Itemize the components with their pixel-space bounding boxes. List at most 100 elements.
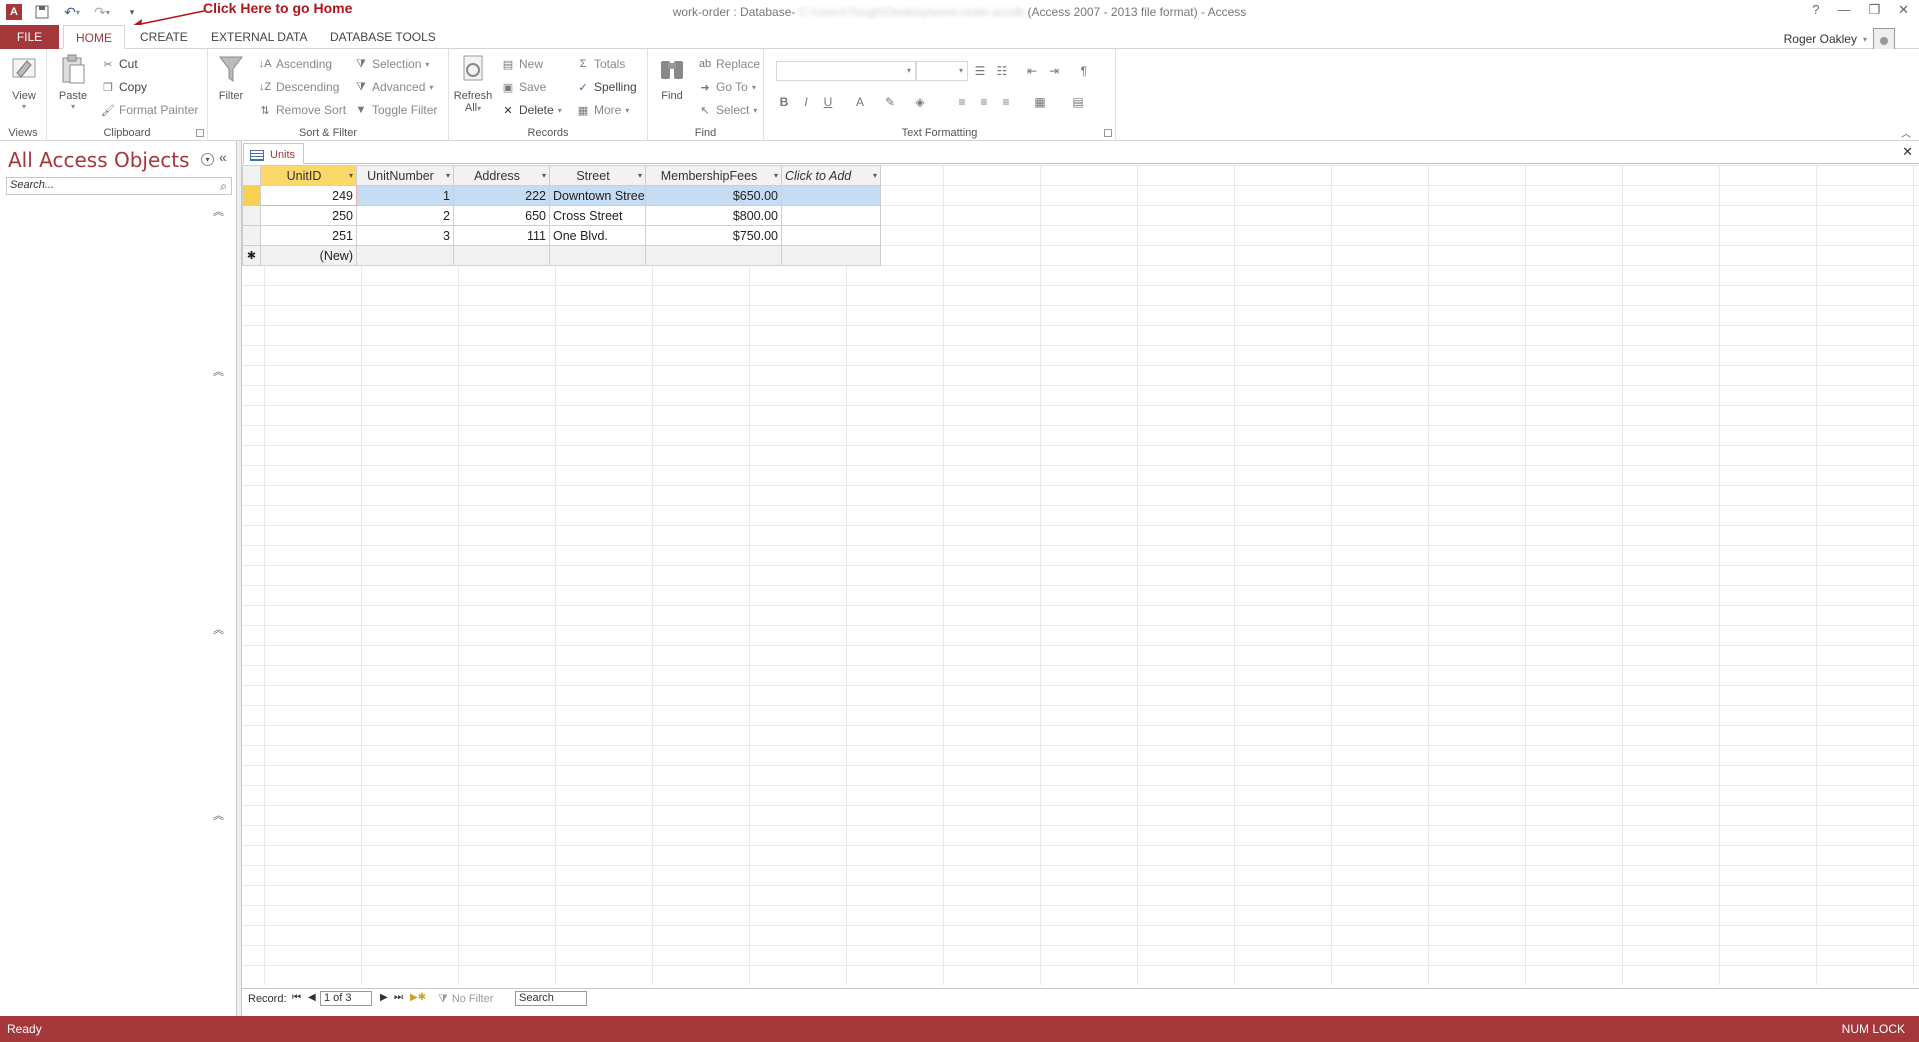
align-left-icon[interactable]: ≡ — [954, 94, 970, 110]
help-button[interactable]: ? — [1812, 2, 1819, 18]
document-tab-units[interactable]: Units — [243, 143, 305, 164]
select-button[interactable]: ↖ Select ▾ — [698, 103, 757, 117]
search-icon[interactable]: ⌕ — [220, 179, 227, 194]
group-collapse-icon[interactable]: ︽ — [213, 807, 224, 823]
table-cell[interactable] — [781, 185, 881, 206]
find-button[interactable]: Find — [656, 53, 688, 102]
nav-pane-title[interactable]: All Access Objects — [8, 148, 190, 172]
column-header-address[interactable]: Address ▾ — [453, 165, 550, 186]
new-record-cell[interactable]: (New) — [260, 245, 357, 266]
table-cell[interactable] — [356, 245, 454, 266]
group-collapse-icon[interactable]: ︽ — [213, 203, 224, 219]
remove-sort-button[interactable]: ⇅ Remove Sort — [258, 103, 346, 117]
table-cell[interactable] — [781, 205, 881, 226]
table-cell[interactable] — [453, 245, 550, 266]
record-selector[interactable] — [242, 225, 261, 246]
table-cell[interactable] — [781, 245, 881, 266]
clipboard-launcher-icon[interactable] — [196, 129, 204, 137]
paragraph-direction-icon[interactable]: ¶ — [1076, 63, 1092, 79]
tab-create[interactable]: CREATE — [128, 25, 200, 49]
table-cell[interactable] — [645, 245, 782, 266]
highlight-icon[interactable]: ✎ — [882, 94, 898, 110]
user-account[interactable]: Roger Oakley ▾ — [1784, 28, 1895, 50]
bullets-icon[interactable]: ☰ — [972, 63, 988, 79]
column-header-membershipfees[interactable]: MembershipFees ▾ — [645, 165, 782, 186]
column-header-street[interactable]: Street ▾ — [549, 165, 646, 186]
tab-database-tools[interactable]: DATABASE TOOLS — [318, 25, 448, 49]
delete-record-button[interactable]: ✕ Delete ▾ — [501, 103, 561, 117]
decrease-indent-icon[interactable]: ⇤ — [1024, 63, 1040, 79]
table-cell[interactable]: One Blvd. — [549, 225, 646, 246]
table-cell[interactable]: 222 — [453, 185, 550, 206]
underline-button[interactable]: U — [820, 94, 836, 110]
no-filter-indicator[interactable]: ⧩ No Filter — [438, 993, 493, 1006]
record-selector[interactable] — [242, 205, 261, 226]
ascending-button[interactable]: ↓A Ascending — [258, 57, 332, 71]
nav-menu-chevron-icon[interactable]: ▾ — [201, 153, 214, 166]
select-all-corner[interactable] — [242, 165, 261, 186]
font-color-button[interactable]: A — [852, 94, 868, 110]
column-header-click-to-add[interactable]: Click to Add ▾ — [781, 165, 881, 186]
group-collapse-icon[interactable]: ︽ — [213, 621, 224, 637]
go-to-button[interactable]: ➜ Go To ▾ — [698, 80, 755, 94]
align-right-icon[interactable]: ≡ — [998, 94, 1014, 110]
italic-button[interactable]: I — [798, 94, 814, 110]
font-name-select[interactable]: ▾ — [776, 61, 916, 81]
new-record-row[interactable]: ✱ (New) — [242, 245, 881, 266]
tab-external-data[interactable]: EXTERNAL DATA — [199, 25, 319, 49]
table-cell[interactable]: 250 — [260, 205, 357, 226]
column-header-unitid[interactable]: UnitID ▾ — [260, 165, 357, 186]
table-row[interactable]: 249 1 222 Downtown Street $650.00 — [242, 185, 881, 206]
filter-button[interactable]: Filter — [214, 53, 248, 102]
table-cell[interactable] — [549, 245, 646, 266]
table-cell[interactable]: $800.00 — [645, 205, 782, 226]
table-cell[interactable]: $750.00 — [645, 225, 782, 246]
numbering-icon[interactable]: ☷ — [994, 63, 1010, 79]
increase-indent-icon[interactable]: ⇥ — [1046, 63, 1062, 79]
table-row[interactable]: 251 3 111 One Blvd. $750.00 — [242, 225, 881, 246]
nav-search-input[interactable]: Search... ⌕ — [6, 177, 232, 195]
gridlines-icon[interactable]: ▤ — [1070, 94, 1086, 110]
group-collapse-icon[interactable]: ︽ — [213, 363, 224, 379]
cut-button[interactable]: ✂ Cut — [101, 57, 137, 71]
font-size-select[interactable]: ▾ — [916, 61, 968, 81]
next-record-icon[interactable]: ▶ — [380, 992, 388, 1003]
previous-record-icon[interactable]: ◀ — [308, 992, 316, 1003]
more-button[interactable]: ▦ More ▾ — [576, 103, 630, 117]
totals-button[interactable]: Σ Totals — [576, 57, 626, 71]
collapse-ribbon-icon[interactable]: ︿ — [1901, 125, 1911, 140]
refresh-all-button[interactable]: Refresh All▾ — [453, 53, 493, 114]
table-cell[interactable]: $650.00 — [645, 185, 782, 206]
tab-home[interactable]: HOME — [63, 25, 125, 49]
current-record-input[interactable]: 1 of 3 — [320, 991, 372, 1006]
last-record-icon[interactable]: ⏭ — [394, 992, 403, 1003]
format-painter-button[interactable]: 🖌 Format Painter — [101, 103, 198, 117]
first-record-icon[interactable]: ⏮ — [292, 992, 301, 1003]
spelling-button[interactable]: ✓ Spelling — [576, 80, 636, 94]
align-center-icon[interactable]: ≡ — [976, 94, 992, 110]
table-row[interactable]: 250 2 650 Cross Street $800.00 — [242, 205, 881, 226]
restore-button[interactable]: ❐ — [1868, 2, 1880, 18]
table-cell[interactable] — [781, 225, 881, 246]
shutter-bar-icon[interactable]: « — [219, 149, 227, 165]
new-record-button[interactable]: ▤ New — [501, 57, 543, 71]
bold-button[interactable]: B — [776, 94, 792, 110]
advanced-button[interactable]: ⧩ Advanced ▾ — [354, 80, 433, 94]
record-selector[interactable] — [242, 185, 261, 206]
table-cell[interactable]: Downtown Street — [549, 185, 646, 206]
view-button[interactable]: View ▾ — [6, 53, 42, 111]
table-cell[interactable]: Cross Street — [549, 205, 646, 226]
fill-color-icon[interactable]: ◈ — [912, 94, 928, 110]
toggle-filter-button[interactable]: ▼ Toggle Filter — [354, 103, 438, 117]
alternate-row-color-icon[interactable]: ▦ — [1032, 94, 1048, 110]
table-cell[interactable]: 249 — [260, 185, 357, 206]
new-record-nav-icon[interactable]: ▶✱ — [410, 992, 426, 1003]
descending-button[interactable]: ↓Z Descending — [258, 80, 340, 94]
copy-button[interactable]: ❐ Copy — [101, 80, 147, 94]
close-window-button[interactable]: ✕ — [1898, 2, 1909, 18]
table-cell[interactable]: 1 — [356, 185, 454, 206]
table-cell[interactable]: 2 — [356, 205, 454, 226]
record-search-input[interactable]: Search — [515, 991, 587, 1006]
table-cell[interactable]: 251 — [260, 225, 357, 246]
close-document-button[interactable]: ✕ — [1902, 144, 1913, 160]
